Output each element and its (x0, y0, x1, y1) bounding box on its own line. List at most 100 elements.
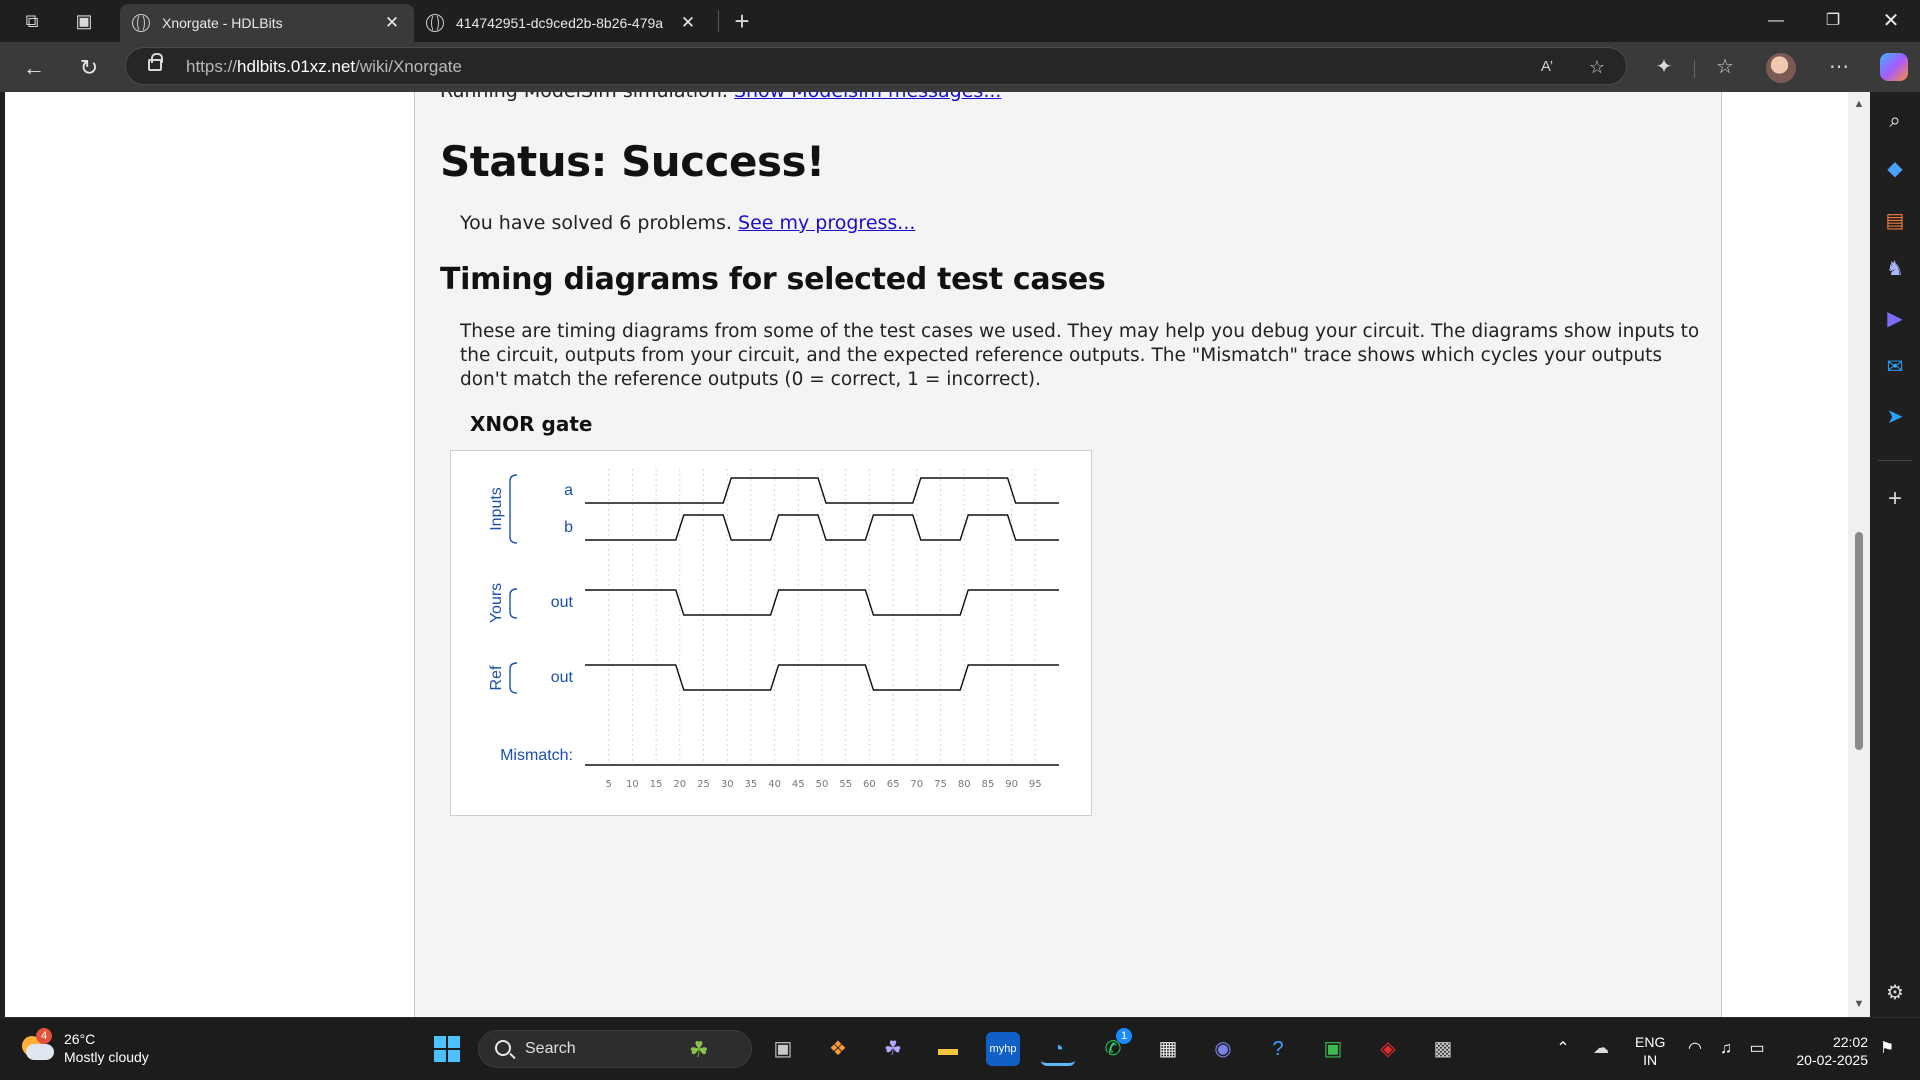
x-tick-label: 35 (745, 779, 758, 790)
vertical-scrollbar[interactable]: ▲ ▼ (1848, 92, 1870, 1017)
tab-divider (718, 10, 719, 32)
favorite-star-icon[interactable]: ☆ (1584, 54, 1610, 80)
edge-browser-icon[interactable]: ◔ (1041, 1032, 1075, 1066)
file-explorer-icon[interactable]: ▬ (931, 1032, 965, 1066)
start-windows-icon[interactable] (430, 1032, 464, 1066)
add-icon[interactable]: + (1880, 484, 1910, 514)
extensions-icon[interactable]: ✦ (1649, 52, 1679, 82)
help-icon[interactable]: ? (1261, 1032, 1295, 1066)
windows-taskbar: 4 26°C Mostly cloudy Search ☘ ▣ ❖ ☘ ▬ my… (0, 1017, 1920, 1080)
x-tick-label: 85 (982, 779, 995, 790)
show-modelsim-messages-link[interactable]: Show Modelsim messages... (734, 92, 1001, 102)
status-heading: Status: Success! (440, 137, 825, 186)
myhp-icon[interactable]: myhp (986, 1032, 1020, 1066)
close-tab-icon[interactable]: ✕ (382, 13, 402, 33)
search-label: Search (525, 1040, 576, 1057)
tag-icon[interactable]: ◆ (1880, 154, 1910, 184)
notifications-icon[interactable]: ⚑ (1876, 1038, 1898, 1060)
settings-icon[interactable]: ⚙ (1880, 978, 1910, 1008)
signal-trace-out (585, 589, 1059, 616)
weather-widget[interactable]: 4 26°C Mostly cloudy (20, 1028, 149, 1066)
copilot-icon[interactable]: ▶ (1880, 304, 1910, 334)
url-text[interactable]: https://hdlbits.01xz.net/wiki/Xnorgate (186, 57, 462, 77)
outlook-icon[interactable]: ✉ (1880, 352, 1910, 382)
teams-icon[interactable]: ◉ (1206, 1032, 1240, 1066)
more-menu-icon[interactable]: ⋯ (1824, 52, 1854, 82)
read-aloud-icon[interactable]: A’ (1534, 54, 1560, 80)
battery-icon[interactable]: ▭ (1746, 1038, 1768, 1060)
workspaces-icon[interactable]: ⧉ (20, 9, 44, 33)
language-indicator[interactable]: ENG IN (1635, 1033, 1665, 1069)
x-tick-label: 20 (673, 779, 686, 790)
wifi-icon[interactable]: ◠ (1684, 1038, 1706, 1060)
copilot-app-icon[interactable]: ❖ (821, 1032, 855, 1066)
onedrive-error-icon[interactable]: ☁ (1590, 1038, 1612, 1060)
taskbar-search[interactable]: Search ☘ (478, 1030, 752, 1068)
content-column: Running ModelSim simulation. Show Models… (414, 92, 1722, 1017)
scroll-up-arrow-icon[interactable]: ▲ (1853, 98, 1865, 110)
address-toolbar: ← ↻ https://hdlbits.01xz.net/wiki/Xnorga… (0, 42, 1920, 92)
timing-diagram-svg: 5 10 15 20 25 30 35 40 45 50 55 60 65 70 75 80 85 90 95 a b o… (488, 469, 1059, 790)
send-icon[interactable]: ➤ (1880, 402, 1910, 432)
timing-description: These are timing diagrams from some of t… (460, 321, 1700, 390)
close-tab-icon[interactable]: ✕ (678, 13, 698, 33)
globe-icon (426, 14, 444, 32)
task-view-icon[interactable]: ▣ (766, 1032, 800, 1066)
x-tick-label: 75 (934, 779, 947, 790)
x-tick-label: 60 (863, 779, 876, 790)
tab-xnorgate[interactable]: Xnorgate - HDLBits ✕ (120, 4, 414, 42)
back-icon[interactable]: ← (18, 52, 50, 84)
clipchamp-icon[interactable]: ☘ (876, 1032, 910, 1066)
sidebar-divider (1878, 460, 1912, 461)
group-bracket (509, 474, 518, 544)
vertical-tabs-icon[interactable]: ▣ (72, 9, 96, 33)
signal-label-out: out (551, 594, 574, 611)
briefcase-icon[interactable]: ▤ (1880, 206, 1910, 236)
group-label-yours: Yours (488, 583, 505, 623)
x-tick-label: 5 (606, 779, 612, 790)
mcafee-icon[interactable]: ◈ (1371, 1032, 1405, 1066)
close-window-icon[interactable]: ✕ (1868, 8, 1914, 34)
weather-cloud-icon: 4 (20, 1028, 54, 1062)
search-icon[interactable]: ⌕ (1880, 106, 1910, 136)
globe-icon (132, 14, 150, 32)
volume-icon[interactable]: ♫ (1715, 1038, 1737, 1060)
search-highlight-icon: ☘ (689, 1037, 709, 1062)
see-my-progress-link[interactable]: See my progress... (738, 212, 915, 234)
lock-icon[interactable] (148, 53, 163, 71)
scrollbar-thumb[interactable] (1855, 532, 1863, 750)
classroom-icon[interactable]: ▣ (1316, 1032, 1350, 1066)
show-hidden-icons-icon[interactable]: ⌃ (1552, 1038, 1574, 1060)
title-bar: ⧉ ▣ Xnorgate - HDLBits ✕ 414742951-dc9ce… (0, 0, 1920, 42)
app-shield-icon[interactable]: ▩ (1426, 1032, 1460, 1066)
simulation-status-line: Running ModelSim simulation. Show Models… (440, 92, 1001, 102)
x-tick-label: 95 (1029, 779, 1042, 790)
refresh-icon[interactable]: ↻ (73, 52, 105, 84)
tab-title: Xnorgate - HDLBits (162, 15, 283, 31)
new-tab-icon[interactable]: + (730, 8, 754, 34)
mismatch-label: Mismatch: (500, 747, 573, 764)
region-code: IN (1643, 1052, 1658, 1068)
favorites-icon[interactable]: ☆ (1710, 52, 1740, 82)
store-icon[interactable]: ▦ (1151, 1032, 1185, 1066)
copilot-icon[interactable] (1880, 53, 1908, 81)
chess-icon[interactable]: ♞ (1880, 254, 1910, 284)
restore-icon[interactable]: ❐ (1810, 8, 1856, 34)
search-icon (495, 1040, 511, 1056)
scroll-down-arrow-icon[interactable]: ▼ (1853, 998, 1865, 1010)
clock-time: 22:02 (1832, 1034, 1868, 1050)
tab-image[interactable]: 414742951-dc9ced2b-8b26-479a ✕ (414, 4, 710, 42)
edge-sidebar: ⌕ ◆ ▤ ♞ ▶ ✉ ➤ + ⚙ (1870, 92, 1920, 1017)
whatsapp-badge: 1 (1116, 1028, 1132, 1044)
clock[interactable]: 22:02 20-02-2025 (1786, 1033, 1868, 1069)
minimize-icon[interactable]: — (1753, 8, 1799, 34)
weather-temperature: 26°C (64, 1031, 96, 1047)
group-bracket (509, 588, 518, 619)
whatsapp-icon[interactable]: ✆ 1 (1096, 1028, 1132, 1066)
signal-trace-out (585, 664, 1059, 691)
profile-avatar[interactable] (1766, 53, 1796, 83)
solved-text: You have solved 6 problems. (460, 212, 739, 234)
x-tick-label: 90 (1005, 779, 1018, 790)
running-text: Running ModelSim simulation. (440, 92, 734, 102)
address-bar[interactable]: https://hdlbits.01xz.net/wiki/Xnorgate A… (125, 47, 1627, 85)
